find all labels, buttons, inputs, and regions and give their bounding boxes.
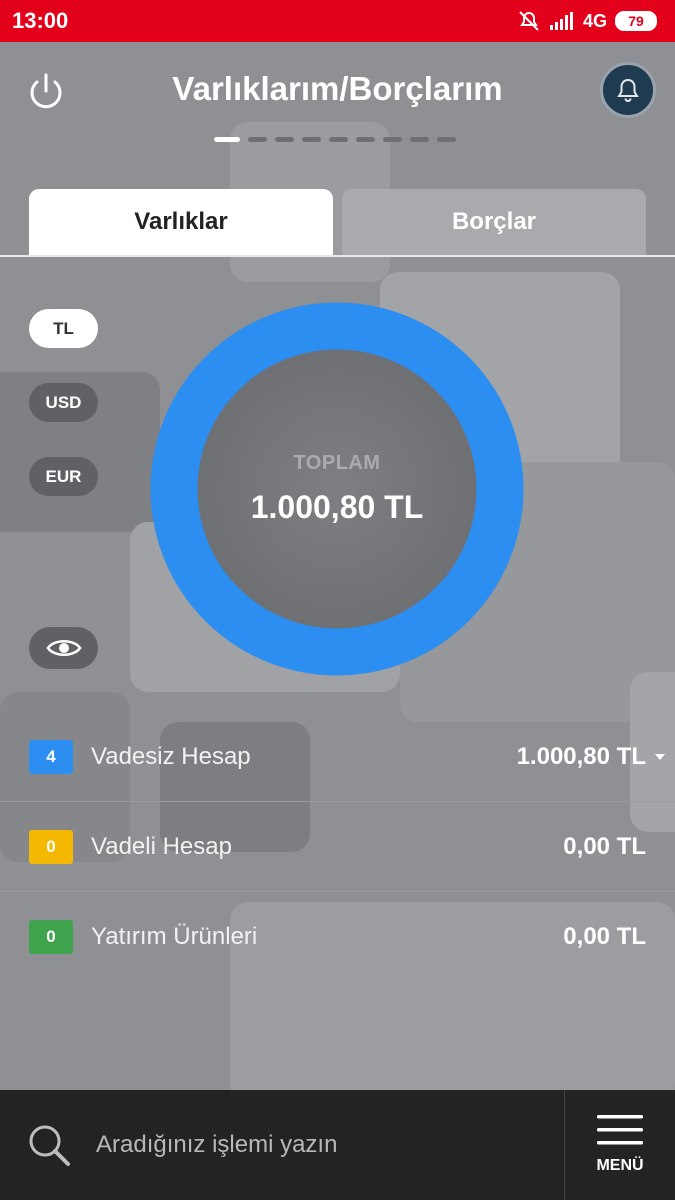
page-dot <box>410 137 429 142</box>
search-area <box>0 1090 564 1200</box>
tab-bar: Varlıklar Borçlar <box>29 189 646 255</box>
chevron-down-icon[interactable] <box>655 754 665 760</box>
page-dot <box>248 137 267 142</box>
page-dot <box>214 137 240 142</box>
notifications-button[interactable] <box>600 62 656 118</box>
visibility-toggle[interactable] <box>29 627 98 669</box>
eye-icon <box>45 640 82 656</box>
account-count-badge: 0 <box>29 920 73 954</box>
currency-tl-button[interactable]: TL <box>29 309 98 348</box>
page-dot <box>383 137 402 142</box>
account-row-yatirim[interactable]: 0 Yatırım Ürünleri 0,00 TL <box>0 892 675 982</box>
hamburger-icon <box>597 1115 643 1145</box>
currency-eur-button[interactable]: EUR <box>29 457 98 496</box>
total-label: TOPLAM <box>293 452 381 474</box>
account-label: Vadeli Hesap <box>91 833 232 860</box>
tab-divider <box>0 255 675 257</box>
currency-usd-button[interactable]: USD <box>29 383 98 422</box>
search-icon[interactable] <box>26 1122 72 1168</box>
account-label: Vadesiz Hesap <box>91 743 251 770</box>
status-bar: 13:00 4G 79 <box>0 0 675 42</box>
header: Varlıklarım/Borçlarım <box>0 42 675 142</box>
page-indicator <box>214 137 456 142</box>
account-value: 1.000,80 TL <box>516 743 646 770</box>
network-type: 4G <box>582 10 607 31</box>
account-value: 0,00 TL <box>563 923 646 950</box>
account-count-badge: 0 <box>29 830 73 864</box>
search-input[interactable] <box>96 1131 516 1159</box>
account-row-vadeli[interactable]: 0 Vadeli Hesap 0,00 TL <box>0 802 675 892</box>
page-dot <box>329 137 348 142</box>
page-dot <box>275 137 294 142</box>
menu-button[interactable]: MENÜ <box>564 1090 675 1200</box>
menu-label: MENÜ <box>596 1157 644 1174</box>
page-dot <box>437 137 456 142</box>
total-value: 1.000,80 TL <box>250 489 424 525</box>
signal-icon <box>549 12 573 30</box>
tab-borclar[interactable]: Borçlar <box>342 189 646 255</box>
mute-icon <box>519 11 539 31</box>
battery-indicator: 79 <box>615 11 657 31</box>
account-count-badge: 4 <box>29 740 73 774</box>
account-row-vadesiz[interactable]: 4 Vadesiz Hesap 1.000,80 TL <box>0 712 675 802</box>
page-dot <box>302 137 321 142</box>
bottom-bar: MENÜ <box>0 1090 675 1200</box>
status-time: 13:00 <box>12 8 69 33</box>
status-icons: 4G 79 <box>517 10 657 32</box>
page-dot <box>356 137 375 142</box>
account-label: Yatırım Ürünleri <box>91 923 258 950</box>
account-value: 0,00 TL <box>563 833 646 860</box>
bell-icon <box>617 78 639 102</box>
page-title: Varlıklarım/Borçlarım <box>172 70 503 107</box>
tab-varliklar[interactable]: Varlıklar <box>29 189 333 255</box>
